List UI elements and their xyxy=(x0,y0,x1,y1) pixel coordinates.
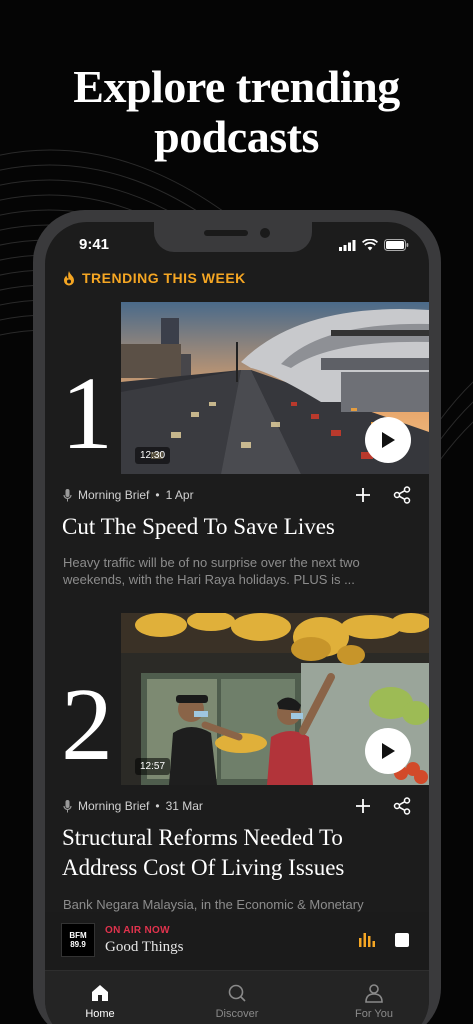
app-screen: 9:41 TRENDING THIS WEEK 1 12:30 Morning … xyxy=(45,222,429,1024)
equalizer-icon xyxy=(359,933,375,947)
episode-meta: Morning Brief • 31 Mar xyxy=(63,799,203,813)
play-button[interactable] xyxy=(365,417,411,463)
status-icons xyxy=(339,239,409,251)
on-air-label: ON AIR NOW xyxy=(105,925,170,936)
flame-icon xyxy=(64,270,74,285)
episode-title[interactable]: Cut The Speed To Save Lives xyxy=(62,512,414,542)
show-name[interactable]: Morning Brief xyxy=(78,488,149,502)
episode-description: Bank Negara Malaysia, in the Economic & … xyxy=(63,897,364,912)
share-icon[interactable] xyxy=(393,486,411,504)
play-icon xyxy=(382,432,395,448)
episode-card[interactable]: 1 12:30 Morning Brief • 1 Apr Cut The Sp… xyxy=(45,302,429,602)
add-icon[interactable] xyxy=(355,798,371,814)
meta-separator: • xyxy=(155,799,160,813)
person-icon xyxy=(365,984,383,1003)
episode-actions xyxy=(355,486,411,504)
headline: Explore trending podcasts xyxy=(73,61,400,162)
play-button[interactable] xyxy=(365,728,411,774)
rank-number: 1 xyxy=(61,356,113,471)
section-header: TRENDING THIS WEEK xyxy=(63,270,246,286)
stop-button[interactable] xyxy=(395,933,409,947)
microphone-icon xyxy=(63,488,72,501)
logo-text-top: BFM xyxy=(69,931,87,940)
duration-badge: 12:30 xyxy=(135,447,171,464)
phone-frame: 9:41 TRENDING THIS WEEK 1 12:30 Morning … xyxy=(33,210,441,1024)
now-playing-bar[interactable]: BFM 89.9 ON AIR NOW Good Things xyxy=(45,912,429,970)
tab-home[interactable]: Home xyxy=(45,983,155,1020)
section-label: TRENDING THIS WEEK xyxy=(82,270,246,286)
show-name[interactable]: Morning Brief xyxy=(78,799,149,813)
share-icon[interactable] xyxy=(393,797,411,815)
tab-discover[interactable]: Discover xyxy=(182,983,292,1020)
episode-card[interactable]: 2 12:57 Morning Brief • 31 Mar Structura… xyxy=(45,613,429,913)
episode-date: 1 Apr xyxy=(165,488,194,502)
meta-separator: • xyxy=(155,488,160,502)
episode-meta: Morning Brief • 1 Apr xyxy=(63,488,194,502)
tab-label: Home xyxy=(85,1008,115,1020)
status-time: 9:41 xyxy=(79,236,110,253)
episode-description: Heavy traffic will be of no surprise ove… xyxy=(63,555,360,587)
add-icon[interactable] xyxy=(355,487,371,503)
tab-bar: Home Discover For You xyxy=(45,970,429,1024)
tab-label: Discover xyxy=(215,1008,259,1020)
episode-actions xyxy=(355,797,411,815)
home-icon xyxy=(92,985,108,1001)
wifi-icon xyxy=(362,239,378,251)
now-playing-show: Good Things xyxy=(105,939,184,955)
battery-icon xyxy=(384,239,409,251)
episode-date: 31 Mar xyxy=(165,799,203,813)
front-camera xyxy=(260,228,270,238)
signal-icon xyxy=(339,239,356,251)
duration-badge: 12:57 xyxy=(135,758,171,775)
logo-text-bottom: 89.9 xyxy=(70,940,86,949)
rank-number: 2 xyxy=(61,667,113,782)
station-logo: BFM 89.9 xyxy=(61,923,95,957)
play-icon xyxy=(382,743,395,759)
tab-for-you[interactable]: For You xyxy=(319,983,429,1020)
microphone-icon xyxy=(63,799,72,812)
search-icon xyxy=(228,984,246,1002)
episode-title[interactable]: Structural Reforms Needed To Address Cos… xyxy=(62,823,414,883)
phone-notch xyxy=(154,222,312,252)
speaker-grille xyxy=(204,230,248,236)
tab-label: For You xyxy=(355,1008,393,1020)
